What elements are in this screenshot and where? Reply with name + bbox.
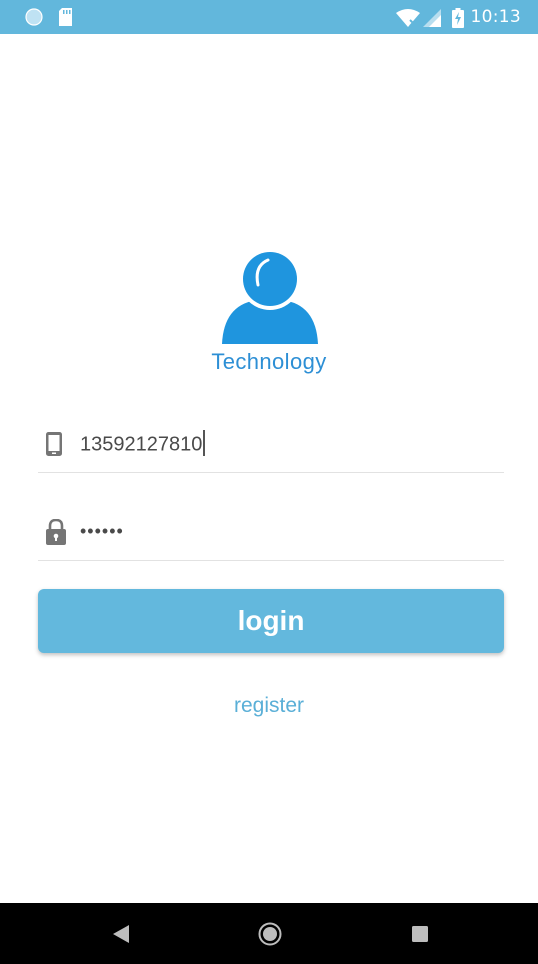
phone-icon bbox=[46, 432, 62, 460]
recents-button[interactable] bbox=[390, 903, 450, 964]
user-avatar-icon bbox=[220, 248, 320, 346]
register-link[interactable]: register bbox=[0, 694, 538, 718]
home-button[interactable] bbox=[240, 903, 300, 964]
recents-icon bbox=[412, 926, 428, 946]
lock-icon bbox=[46, 518, 66, 549]
sd-card-icon bbox=[58, 8, 73, 30]
phone-field[interactable]: 13592127810 bbox=[38, 413, 504, 473]
phone-input[interactable]: 13592127810 bbox=[80, 430, 206, 458]
password-field[interactable]: •••••• bbox=[38, 501, 504, 561]
clock: 10:13 bbox=[470, 7, 521, 27]
app-title: Technology bbox=[211, 349, 327, 374]
home-icon bbox=[258, 922, 282, 950]
back-button[interactable] bbox=[91, 903, 151, 964]
battery-charging-icon bbox=[452, 8, 464, 32]
wifi-icon bbox=[396, 9, 420, 31]
circle-notification-icon bbox=[25, 8, 43, 30]
password-input[interactable]: •••••• bbox=[80, 521, 124, 542]
password-underline bbox=[38, 560, 504, 561]
navigation-bar bbox=[0, 903, 538, 964]
phone-underline bbox=[38, 472, 504, 473]
login-button[interactable]: login bbox=[38, 589, 504, 653]
phone-value: 13592127810 bbox=[80, 433, 203, 456]
text-cursor bbox=[203, 430, 206, 456]
cellular-signal-icon bbox=[423, 9, 441, 31]
back-icon bbox=[113, 925, 129, 947]
status-bar: 10:13 bbox=[0, 0, 538, 34]
